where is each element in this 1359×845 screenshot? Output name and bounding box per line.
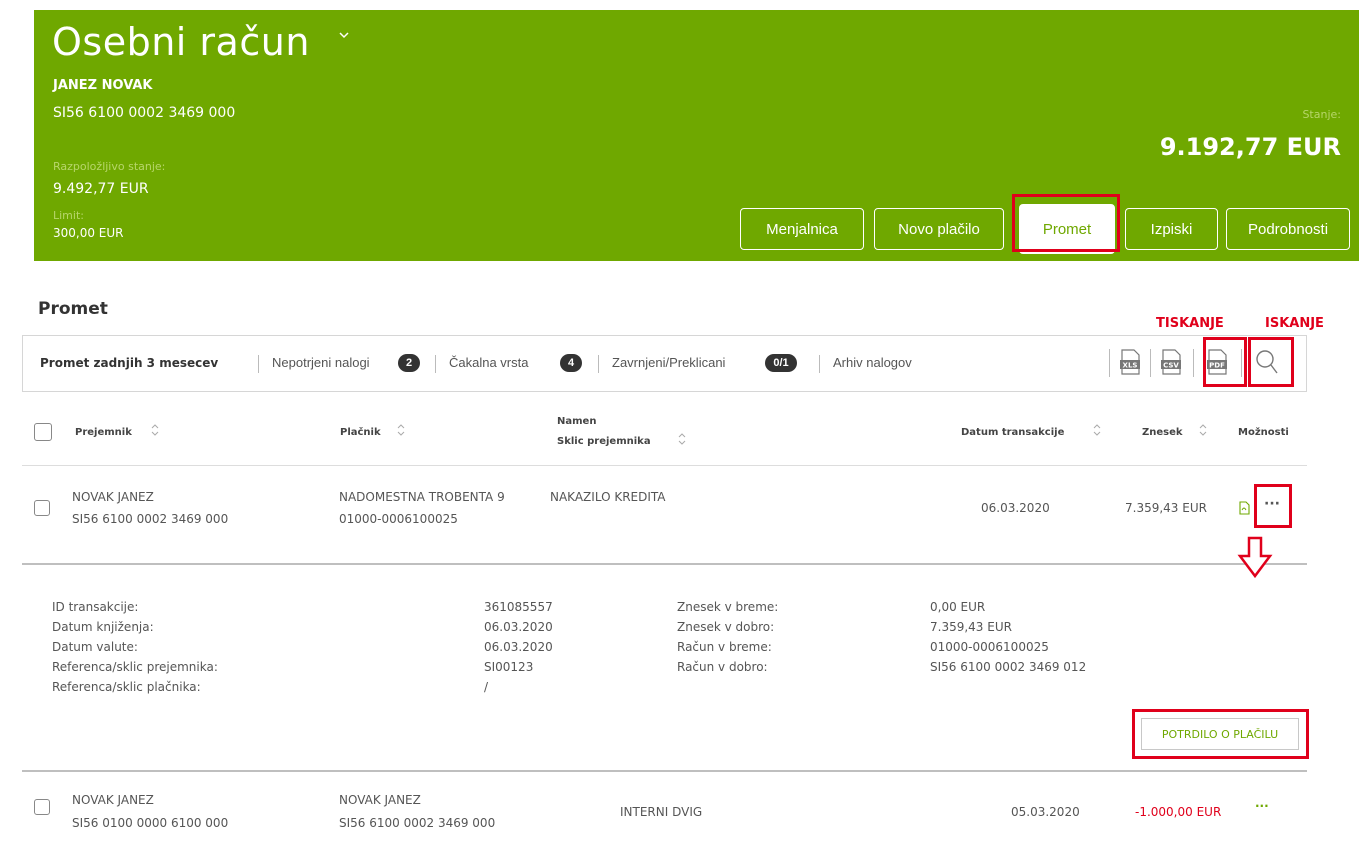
sort-icon[interactable] <box>397 423 405 437</box>
row-divider <box>22 465 1307 466</box>
transaction-date: 06.03.2020 <box>981 501 1050 515</box>
detail-value: 06.03.2020 <box>484 640 553 654</box>
recipient-account: SI56 0100 0000 6100 000 <box>72 816 229 830</box>
chevron-down-icon[interactable] <box>339 30 349 40</box>
col-options: Možnosti <box>1238 427 1289 438</box>
icon-divider <box>1109 349 1110 377</box>
svg-text:XLS: XLS <box>1123 362 1138 370</box>
col-purpose: Namen <box>557 416 597 427</box>
recipient-account: SI56 6100 0002 3469 000 <box>72 512 229 526</box>
detail-label: Znesek v dobro: <box>677 620 775 634</box>
sort-icon[interactable] <box>678 432 686 446</box>
detail-label: Račun v dobro: <box>677 660 768 674</box>
rejected-count-badge: 0/1 <box>765 354 797 372</box>
svg-text:CSV: CSV <box>1163 362 1179 370</box>
detail-value: 06.03.2020 <box>484 620 553 634</box>
col-amount[interactable]: Znesek <box>1142 427 1183 438</box>
detail-value: 361085557 <box>484 600 553 614</box>
detail-value: 0,00 EUR <box>930 600 986 614</box>
tab-divider <box>258 355 259 373</box>
tab-archive[interactable]: Arhiv nalogov <box>833 355 912 370</box>
payer-account: 01000-0006100025 <box>339 512 458 526</box>
col-recipient[interactable]: Prejemnik <box>75 427 132 438</box>
purpose: INTERNI DVIG <box>620 805 703 819</box>
balance-value: 9.192,77 EUR <box>1159 133 1341 161</box>
details-button[interactable]: Podrobnosti <box>1226 208 1350 250</box>
purpose: NAKAZILO KREDITA <box>550 490 666 504</box>
payer-name: NOVAK JANEZ <box>339 793 421 807</box>
detail-value: SI00123 <box>484 660 534 674</box>
exchange-button[interactable]: Menjalnica <box>740 208 864 250</box>
xls-icon[interactable]: XLS <box>1119 349 1141 375</box>
transaction-date: 05.03.2020 <box>1011 805 1080 819</box>
recipient-name: NOVAK JANEZ <box>72 490 154 504</box>
transactions-filter-bar: Promet zadnjih 3 mesecev Nepotrjeni nalo… <box>22 335 1307 392</box>
detail-label: Referenca/sklic prejemnika: <box>52 660 218 674</box>
tab-queue[interactable]: Čakalna vrsta <box>449 355 528 370</box>
annotation-search: ISKANJE <box>1265 316 1324 331</box>
balance-label: Stanje: <box>1302 108 1341 121</box>
account-header: Osebni račun JANEZ NOVAK SI56 6100 0002 … <box>34 10 1359 261</box>
detail-label: Znesek v breme: <box>677 600 779 614</box>
more-options-icon[interactable]: ··· <box>1255 799 1269 813</box>
detail-value: 01000-0006100025 <box>930 640 1049 654</box>
detail-value: SI56 6100 0002 3469 012 <box>930 660 1087 674</box>
annotation-print: TISKANJE <box>1156 316 1224 331</box>
row-divider <box>22 563 1307 565</box>
detail-value: 7.359,43 EUR <box>930 620 1012 634</box>
highlight-box-receipt <box>1132 709 1309 759</box>
col-date[interactable]: Datum transakcije <box>961 427 1064 438</box>
detail-value: / <box>484 680 489 694</box>
payer-account: SI56 6100 0002 3469 000 <box>339 816 496 830</box>
detail-label: Račun v breme: <box>677 640 772 654</box>
sort-icon[interactable] <box>1093 423 1101 437</box>
recipient-name: NOVAK JANEZ <box>72 793 154 807</box>
limit-value: 300,00 EUR <box>53 226 124 240</box>
arrow-down-icon <box>1237 536 1273 579</box>
tab-divider <box>435 355 436 373</box>
account-title[interactable]: Osebni račun <box>52 20 310 64</box>
detail-label: Referenca/sklic plačnika: <box>52 680 201 694</box>
detail-label: Datum knjiženja: <box>52 620 154 634</box>
limit-label: Limit: <box>53 209 84 222</box>
icon-divider <box>1193 349 1194 377</box>
amount: 7.359,43 EUR <box>1125 501 1207 515</box>
csv-icon[interactable]: CSV <box>1160 349 1182 375</box>
detail-label: Datum valute: <box>52 640 138 654</box>
highlight-box-options <box>1254 484 1292 528</box>
detail-label: ID transakcije: <box>52 600 139 614</box>
tab-rejected[interactable]: Zavrnjeni/Preklicani <box>612 355 725 370</box>
amount: -1.000,00 EUR <box>1135 805 1222 819</box>
available-balance-value: 9.492,77 EUR <box>53 181 149 197</box>
tab-divider <box>598 355 599 373</box>
tab-last-3-months[interactable]: Promet zadnjih 3 mesecev <box>40 356 218 370</box>
select-all-checkbox[interactable] <box>34 423 52 441</box>
col-reference[interactable]: Sklic prejemnika <box>557 436 651 447</box>
sort-icon[interactable] <box>1199 423 1207 437</box>
row-checkbox[interactable] <box>34 799 50 815</box>
new-payment-button[interactable]: Novo plačilo <box>874 208 1004 250</box>
sort-icon[interactable] <box>151 423 159 437</box>
highlight-box-pdf <box>1203 337 1247 387</box>
statements-button[interactable]: Izpiski <box>1125 208 1218 250</box>
tab-divider <box>819 355 820 373</box>
account-iban: SI56 6100 0002 3469 000 <box>53 105 236 121</box>
available-balance-label: Razpoložljivo stanje: <box>53 160 166 173</box>
unconfirmed-count-badge: 2 <box>398 354 420 372</box>
tab-unconfirmed[interactable]: Nepotrjeni nalogi <box>272 355 370 370</box>
account-owner: JANEZ NOVAK <box>53 78 153 93</box>
icon-divider <box>1150 349 1151 377</box>
row-divider <box>22 770 1307 772</box>
payer-name: NADOMESTNA TROBENTA 9 <box>339 490 505 504</box>
document-icon[interactable] <box>1239 501 1250 515</box>
col-payer[interactable]: Plačnik <box>340 427 381 438</box>
highlight-box-transactions <box>1012 194 1120 252</box>
queue-count-badge: 4 <box>560 354 582 372</box>
highlight-box-search <box>1248 337 1294 387</box>
row-checkbox[interactable] <box>34 500 50 516</box>
section-title: Promet <box>38 299 108 319</box>
